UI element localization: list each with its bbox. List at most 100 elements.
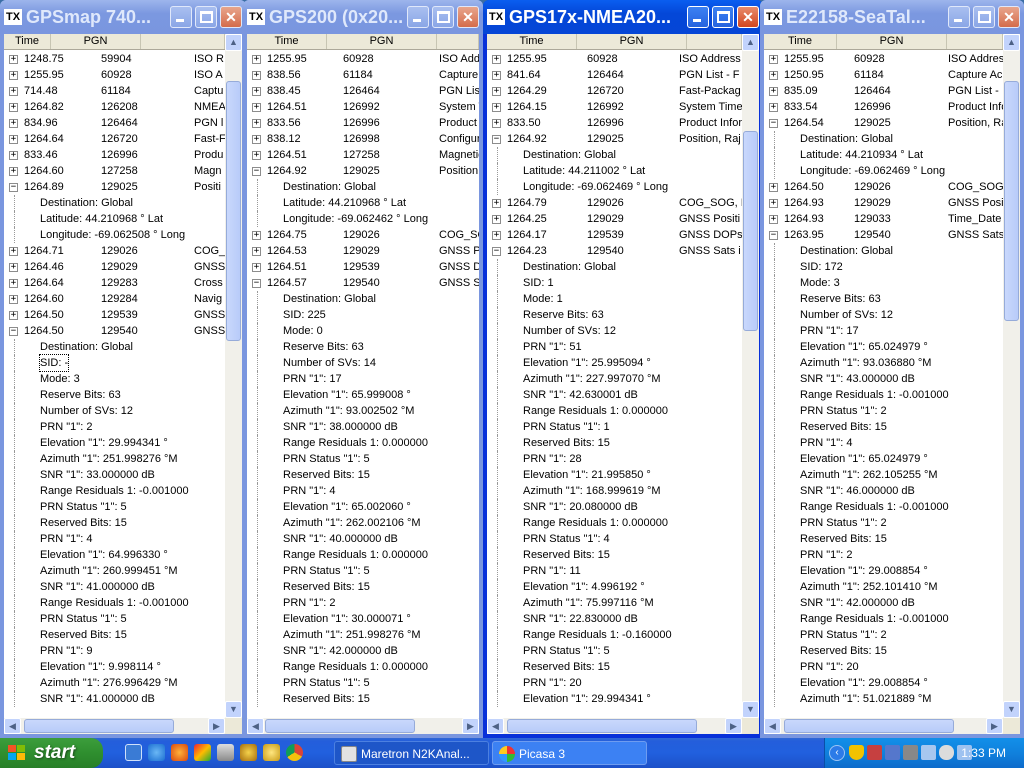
tree-field[interactable]: Elevation "1": 4.996192 ° xyxy=(487,579,742,595)
tree-node[interactable]: +1264.50 129026 COG_SOG, xyxy=(764,179,1003,195)
clock[interactable]: 1:33 PM xyxy=(961,738,1006,768)
expand-icon[interactable]: + xyxy=(9,135,18,144)
expand-icon[interactable]: + xyxy=(252,103,261,112)
expand-icon[interactable]: + xyxy=(492,119,501,128)
tree-field[interactable]: PRN "1": 4 xyxy=(247,483,479,499)
tree-node[interactable]: +838.56 61184 Capture A xyxy=(247,67,479,83)
tree-node[interactable]: +833.54 126996 Product Info xyxy=(764,99,1003,115)
tree-field[interactable]: Elevation "1": 29.008854 ° xyxy=(764,675,1003,691)
tree-node[interactable]: +1264.64 129283 Cross xyxy=(4,275,225,291)
network-icon[interactable] xyxy=(240,744,257,761)
tree-node[interactable]: −1264.92 129025 Position, xyxy=(247,163,479,179)
tree-field[interactable]: SNR "1": 41.000000 dB xyxy=(4,691,225,707)
tree-field[interactable]: Mode: 1 xyxy=(487,291,742,307)
column-time[interactable]: Time xyxy=(4,34,51,49)
tree-field[interactable]: Elevation "1": 64.996330 ° xyxy=(4,547,225,563)
expand-icon[interactable]: + xyxy=(252,231,261,240)
title-bar[interactable]: TX GPSmap 740... ✕ xyxy=(0,0,246,34)
tree-field[interactable]: Number of SVs: 12 xyxy=(4,403,225,419)
expand-icon[interactable]: + xyxy=(9,295,18,304)
tree-field[interactable]: Latitude: 44.210968 ° Lat xyxy=(4,211,225,227)
tree-field[interactable]: PRN "1": 4 xyxy=(4,531,225,547)
tree-field[interactable]: Range Residuals 1: 0.000000 xyxy=(247,659,479,675)
collapse-icon[interactable]: − xyxy=(9,327,18,336)
expand-icon[interactable]: + xyxy=(769,71,778,80)
tree-field[interactable]: Destination: Global xyxy=(487,259,742,275)
tree-field[interactable]: PRN "1": 11 xyxy=(487,563,742,579)
firefox-icon[interactable] xyxy=(171,744,188,761)
expand-icon[interactable]: + xyxy=(769,55,778,64)
collapse-icon[interactable]: − xyxy=(252,167,261,176)
title-bar[interactable]: TX GPS17x-NMEA20... ✕ xyxy=(483,0,763,34)
tree-field[interactable]: PRN Status "1": 5 xyxy=(247,451,479,467)
tree-node[interactable]: +838.12 126998 Configura xyxy=(247,131,479,147)
tree-field[interactable]: PRN Status "1": 2 xyxy=(764,403,1003,419)
window-seatalk[interactable]: TX E22158-SeaTal... ✕ Time PGN +1255.95 60928 I… xyxy=(760,0,1024,738)
tree-node[interactable]: +1264.71 129026 COG_ xyxy=(4,243,225,259)
scroll-left-icon[interactable]: ◀ xyxy=(764,718,781,734)
tree-field[interactable]: PRN "1": 20 xyxy=(487,675,742,691)
tree-field[interactable]: Destination: Global xyxy=(764,243,1003,259)
tree-node[interactable]: +1264.53 129029 GNSS Po xyxy=(247,243,479,259)
tree-field[interactable]: Azimuth "1": 93.002502 °M xyxy=(247,403,479,419)
column-description[interactable] xyxy=(687,34,742,49)
tree-field[interactable]: PRN Status "1": 5 xyxy=(4,611,225,627)
tree-field[interactable]: PRN "1": 17 xyxy=(247,371,479,387)
tree-field[interactable]: Mode: 3 xyxy=(4,371,225,387)
scroll-down-icon[interactable]: ▼ xyxy=(1003,701,1020,718)
tree-node[interactable]: −1264.54 129025 Position, Ra xyxy=(764,115,1003,131)
expand-icon[interactable]: + xyxy=(769,215,778,224)
window-gps17x[interactable]: TX GPS17x-NMEA20... ✕ Time PGN +1255.95 60928 I… xyxy=(483,0,763,738)
tree-field[interactable]: Reserved Bits: 15 xyxy=(4,627,225,643)
tree-field[interactable]: Number of SVs: 14 xyxy=(247,355,479,371)
expand-icon[interactable]: + xyxy=(492,215,501,224)
network-status-icon[interactable] xyxy=(885,745,900,760)
tree-node[interactable]: +1264.25 129029 GNSS Positi xyxy=(487,211,742,227)
tree-node[interactable]: −1264.50 129540 GNSS xyxy=(4,323,225,339)
window-gps200[interactable]: TX GPS200 (0x20... ✕ Time PGN +1255.95 60928 IS… xyxy=(243,0,483,738)
tree-field[interactable]: Elevation "1": 65.024979 ° xyxy=(764,451,1003,467)
task-maretron[interactable]: Maretron N2KAnal... xyxy=(334,741,489,765)
security-icon[interactable] xyxy=(867,745,882,760)
tree-node[interactable]: +833.50 126996 Product Infor xyxy=(487,115,742,131)
tree-field[interactable]: Longitude: -69.062462 ° Long xyxy=(247,211,479,227)
message-tree-view[interactable]: Time PGN +1255.95 60928 ISO Addres +1250.95 61… xyxy=(764,34,1020,734)
collapse-icon[interactable]: − xyxy=(492,247,501,256)
tree-field[interactable]: Range Residuals 1: -0.001000 xyxy=(764,499,1003,515)
tree-node[interactable]: −1264.92 129025 Position, Raj xyxy=(487,131,742,147)
scroll-right-icon[interactable]: ▶ xyxy=(725,718,742,734)
cloud-icon[interactable] xyxy=(939,745,954,760)
tree-field[interactable]: Azimuth "1": 75.997116 °M xyxy=(487,595,742,611)
display-icon[interactable] xyxy=(921,745,936,760)
tree-node[interactable]: +1264.50 129539 GNSS xyxy=(4,307,225,323)
collapse-icon[interactable]: − xyxy=(252,279,261,288)
tree-node[interactable]: +1264.82 126208 NMEA xyxy=(4,99,225,115)
title-bar[interactable]: TX GPS200 (0x20... ✕ xyxy=(243,0,483,34)
tree-field[interactable]: PRN Status "1": 4 xyxy=(487,531,742,547)
expand-icon[interactable]: + xyxy=(252,263,261,272)
tree-field[interactable]: Azimuth "1": 252.101410 °M xyxy=(764,579,1003,595)
minimize-button[interactable] xyxy=(948,6,970,28)
expand-icon[interactable]: + xyxy=(9,263,18,272)
tree-field[interactable]: Elevation "1": 29.994341 ° xyxy=(487,691,742,707)
tree-field[interactable]: Reserved Bits: 15 xyxy=(4,515,225,531)
scroll-left-icon[interactable]: ◀ xyxy=(4,718,21,734)
vertical-scroll-thumb[interactable] xyxy=(743,131,758,331)
expand-icon[interactable]: + xyxy=(252,87,261,96)
tree-field[interactable]: Elevation "1": 65.002060 ° xyxy=(247,499,479,515)
vertical-scrollbar[interactable]: ▲ ▼ xyxy=(225,34,242,718)
tree-field[interactable]: SNR "1": 42.630001 dB xyxy=(487,387,742,403)
expand-icon[interactable]: + xyxy=(769,87,778,96)
tree-field[interactable]: Latitude: 44.210968 ° Lat xyxy=(247,195,479,211)
column-time[interactable]: Time xyxy=(487,34,577,49)
tree-field[interactable]: Reserve Bits: 63 xyxy=(764,291,1003,307)
tree-field[interactable]: Reserve Bits: 63 xyxy=(487,307,742,323)
smiley-icon[interactable] xyxy=(263,744,280,761)
title-bar[interactable]: TX E22158-SeaTal... ✕ xyxy=(760,0,1024,34)
tree-node[interactable]: +1255.95 60928 ISO Address xyxy=(487,51,742,67)
scroll-up-icon[interactable]: ▲ xyxy=(742,34,759,51)
tree-node[interactable]: +1250.95 61184 Capture Acl xyxy=(764,67,1003,83)
tree-field[interactable]: Destination: Global xyxy=(4,195,225,211)
horizontal-scroll-thumb[interactable] xyxy=(24,719,174,733)
tree-node[interactable]: +1264.51 127258 Magnetic xyxy=(247,147,479,163)
